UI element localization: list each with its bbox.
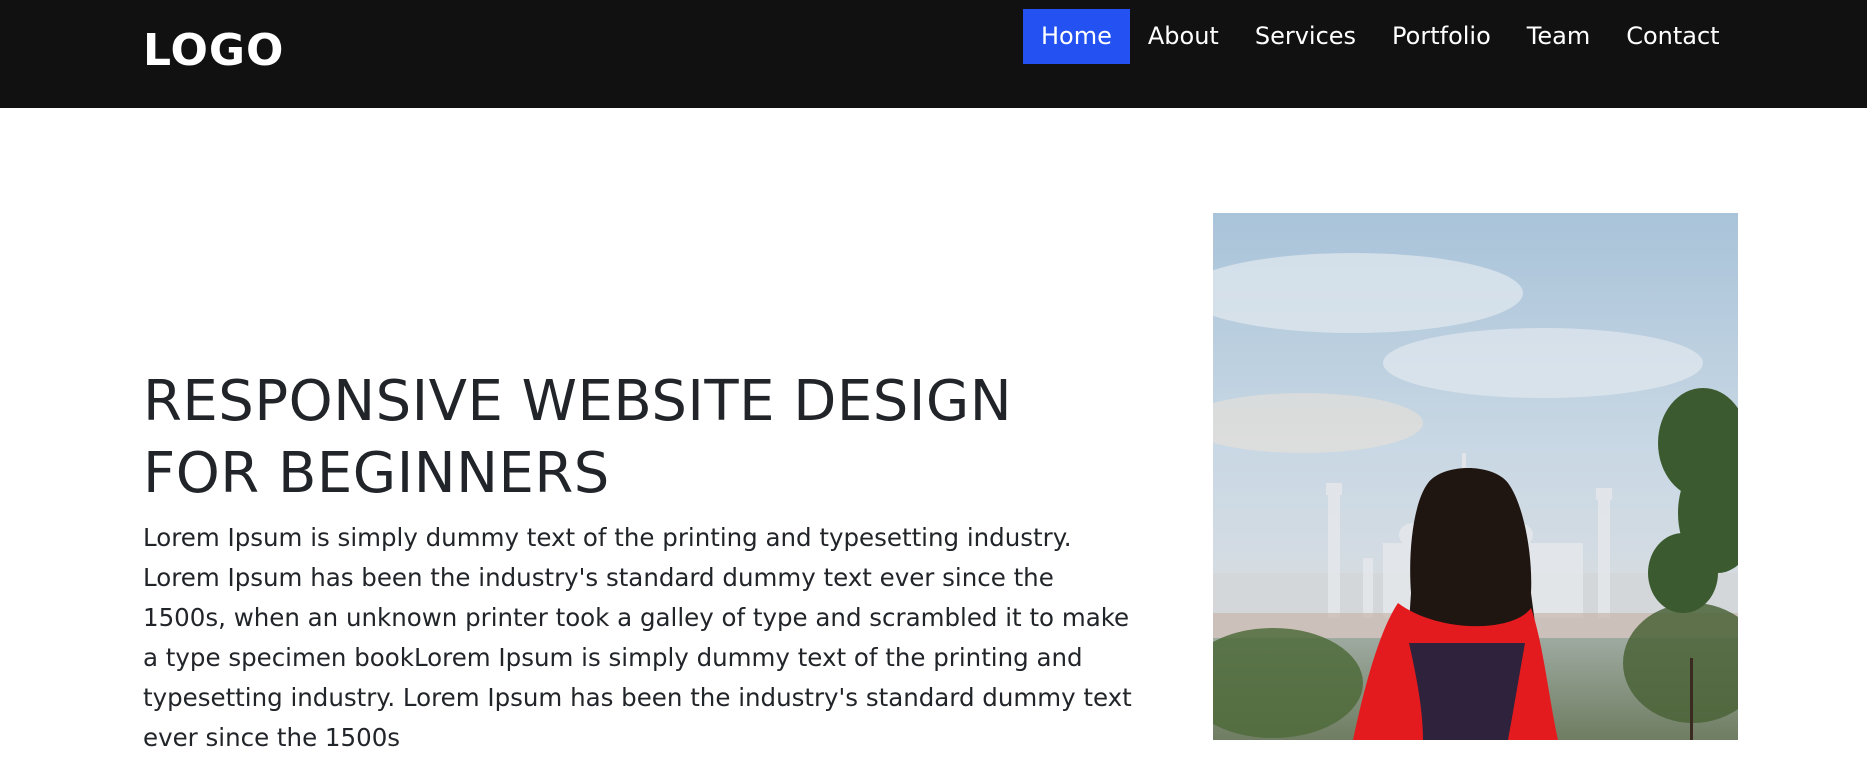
hero-description: Lorem Ipsum is simply dummy text of the … (143, 523, 1132, 752)
nav-item-contact[interactable]: Contact (1608, 9, 1737, 64)
nav-item-home[interactable]: Home (1023, 9, 1130, 64)
nav-item-portfolio[interactable]: Portfolio (1374, 9, 1509, 64)
main-nav: Home About Services Portfolio Team Conta… (1023, 9, 1738, 64)
nav-item-services[interactable]: Services (1237, 9, 1374, 64)
logo[interactable]: LOGO (143, 24, 284, 78)
navbar: LOGO Home About Services Portfolio Team … (0, 0, 1867, 108)
hero-photo-illustration (1213, 213, 1738, 740)
hero-image (1213, 213, 1738, 740)
nav-item-team[interactable]: Team (1509, 9, 1608, 64)
nav-item-about[interactable]: About (1130, 9, 1237, 64)
hero-title: RESPONSIVE WEBSITE DESIGN FOR BEGINNERS (143, 369, 1013, 506)
